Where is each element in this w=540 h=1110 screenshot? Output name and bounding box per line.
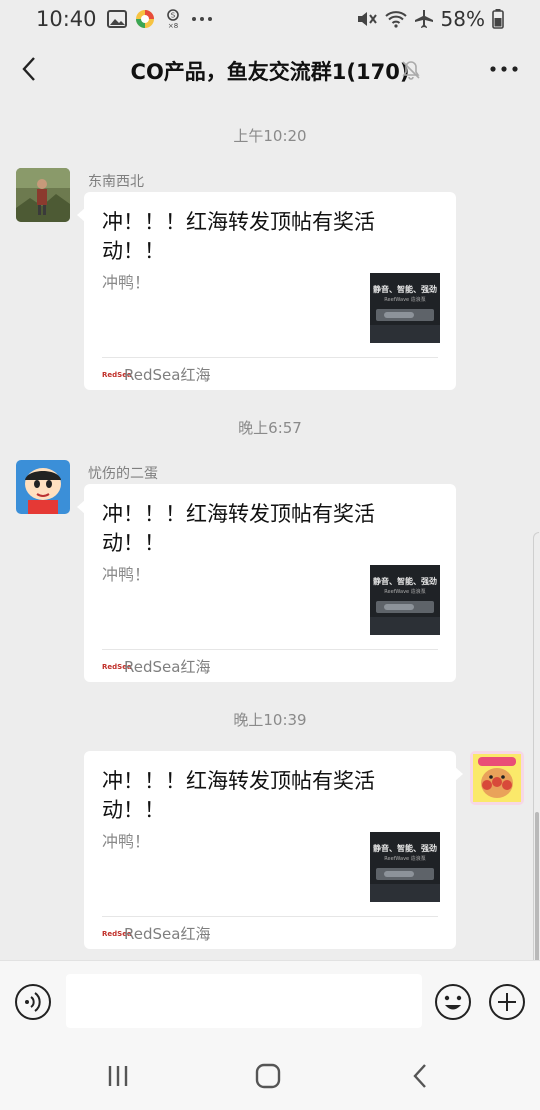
voice-button[interactable] bbox=[14, 983, 52, 1021]
voice-icon bbox=[15, 984, 51, 1020]
wifi-icon bbox=[384, 11, 407, 28]
system-navigation bbox=[0, 1042, 540, 1110]
timestamp: 晚上10:39 bbox=[233, 711, 307, 729]
battery-icon bbox=[492, 9, 504, 29]
timestamp: 上午10:20 bbox=[233, 127, 307, 145]
battery-percent: 58% bbox=[440, 7, 485, 31]
avatar-anpanman-icon bbox=[470, 751, 524, 805]
link-card[interactable]: 冲！！！红海转发顶帖有奖活动！！ 冲鸭！ 静音、智能、强劲 ReefWave 造… bbox=[77, 484, 456, 682]
card-title: 冲！！！红海转发顶帖有奖活动！！ bbox=[102, 502, 375, 555]
recents-button[interactable] bbox=[96, 1056, 140, 1096]
back-button[interactable] bbox=[14, 52, 44, 86]
svg-text:×8: ×8 bbox=[167, 22, 177, 29]
card-source: RedSea RedSea红海 bbox=[102, 364, 210, 385]
back-nav-icon bbox=[413, 1064, 426, 1088]
sender-name: 忧伤的二蛋 bbox=[88, 466, 158, 482]
plus-icon bbox=[489, 984, 525, 1020]
bubble-tail bbox=[77, 208, 85, 222]
divider bbox=[102, 649, 438, 650]
bubble-tail bbox=[455, 767, 463, 781]
status-bar: 10:40 S ×8 58% bbox=[0, 0, 540, 38]
thumbnail-subtitle: ReefWave 造浪泵 bbox=[384, 856, 426, 862]
scrollbar[interactable] bbox=[533, 532, 539, 972]
more-dots-icon bbox=[191, 17, 212, 21]
link-card[interactable]: 冲！！！红海转发顶帖有奖活动！！ 冲鸭！ 静音、智能、强劲 ReefWave 造… bbox=[77, 192, 456, 390]
emoji-icon bbox=[435, 984, 471, 1020]
plus-button[interactable] bbox=[488, 983, 526, 1021]
source-logo: RedSea bbox=[102, 929, 132, 938]
image-icon bbox=[106, 10, 127, 28]
card-description: 冲鸭！ bbox=[102, 565, 151, 584]
card-description: 冲鸭！ bbox=[102, 832, 151, 851]
avatar-photo-icon bbox=[16, 168, 70, 222]
more-icon bbox=[490, 66, 518, 72]
source-name: RedSea红海 bbox=[124, 925, 211, 943]
card-title: 冲！！！红海转发顶帖有奖活动！！ bbox=[102, 210, 375, 263]
card-thumbnail: 静音、智能、强劲 ReefWave 造浪泵 bbox=[370, 565, 440, 635]
mute-icon bbox=[357, 12, 377, 26]
message-list[interactable]: 上午10:20 东南西北 冲！！！红海转发顶帖有奖活动！！ 冲鸭！ 静音、智能、… bbox=[0, 100, 540, 960]
thumbnail-headline: 静音、智能、强劲 bbox=[373, 577, 437, 586]
emoji-button[interactable] bbox=[434, 983, 472, 1021]
avatar-cartoon-icon bbox=[16, 460, 70, 514]
thumbnail-headline: 静音、智能、强劲 bbox=[373, 844, 437, 853]
card-thumbnail: 静音、智能、强劲 ReefWave 造浪泵 bbox=[370, 273, 440, 343]
divider bbox=[102, 357, 438, 358]
recents-icon bbox=[108, 1066, 128, 1086]
sender-name: 东南西北 bbox=[88, 174, 144, 190]
source-name: RedSea红海 bbox=[124, 366, 211, 384]
system-indicators: 58% bbox=[356, 7, 504, 31]
thumbnail-subtitle: ReefWave 造浪泵 bbox=[384, 297, 426, 303]
thumbnail-subtitle: ReefWave 造浪泵 bbox=[384, 589, 426, 595]
card-thumbnail: 静音、智能、强劲 ReefWave 造浪泵 bbox=[370, 832, 440, 902]
bubble-tail bbox=[77, 500, 85, 514]
avatar[interactable] bbox=[16, 460, 70, 514]
svg-text:S: S bbox=[170, 12, 175, 20]
back-nav-button[interactable] bbox=[398, 1056, 442, 1096]
input-bar bbox=[0, 960, 540, 1042]
music-icon: S ×8 bbox=[166, 9, 179, 29]
message-input[interactable] bbox=[66, 974, 422, 1028]
chat-title[interactable]: CO产品，鱼友交流群1(170) bbox=[131, 60, 410, 84]
thumbnail-headline: 静音、智能、强劲 bbox=[373, 285, 437, 294]
more-button[interactable] bbox=[484, 54, 524, 84]
divider bbox=[102, 916, 438, 917]
card-title: 冲！！！红海转发顶帖有奖活动！！ bbox=[102, 769, 375, 822]
home-button[interactable] bbox=[246, 1056, 290, 1096]
my-avatar[interactable] bbox=[470, 751, 524, 805]
back-icon bbox=[22, 57, 35, 81]
source-name: RedSea红海 bbox=[124, 658, 211, 676]
mute-bell-icon bbox=[402, 61, 420, 80]
chat-header: CO产品，鱼友交流群1(170) bbox=[0, 38, 540, 100]
avatar[interactable] bbox=[16, 168, 70, 222]
source-logo: RedSea bbox=[102, 662, 132, 671]
timestamp: 晚上6:57 bbox=[238, 419, 302, 437]
card-source: RedSea RedSea红海 bbox=[102, 923, 210, 944]
airplane-icon bbox=[414, 10, 433, 28]
scrollbar-thumb[interactable] bbox=[535, 812, 539, 962]
card-source: RedSea RedSea红海 bbox=[102, 656, 210, 677]
app-icon bbox=[135, 10, 154, 28]
source-logo: RedSea bbox=[102, 370, 132, 379]
link-card[interactable]: 冲！！！红海转发顶帖有奖活动！！ 冲鸭！ 静音、智能、强劲 ReefWave 造… bbox=[84, 751, 463, 949]
notification-icons: S ×8 bbox=[106, 9, 213, 29]
card-description: 冲鸭！ bbox=[102, 273, 151, 292]
status-time: 10:40 bbox=[36, 7, 97, 31]
home-icon bbox=[255, 1063, 281, 1089]
chat-title-wrap: CO产品，鱼友交流群1(170) bbox=[0, 56, 540, 86]
